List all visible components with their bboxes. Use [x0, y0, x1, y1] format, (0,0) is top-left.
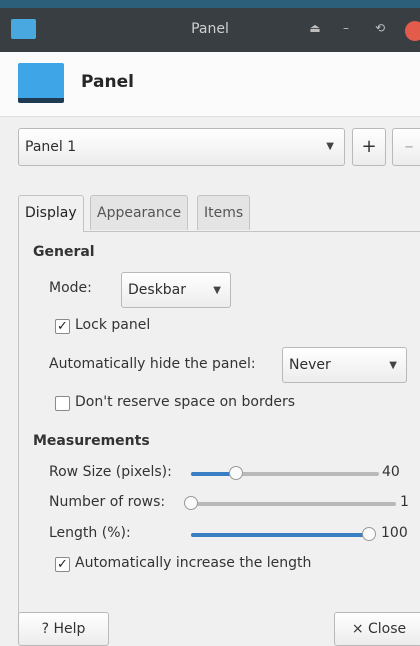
- title-bar[interactable]: Panel ⏏ – ⟲: [0, 8, 420, 52]
- reserve-space-label: Don't reserve space on borders: [75, 394, 296, 410]
- remove-panel-button[interactable]: –: [392, 128, 420, 166]
- auto-length-checkbox[interactable]: ✓: [55, 557, 70, 572]
- chevron-down-icon: ▼: [213, 285, 221, 296]
- panel-icon: [18, 63, 64, 103]
- rows-slider[interactable]: [184, 496, 396, 510]
- length-slider[interactable]: [191, 527, 376, 541]
- window-title: Panel: [191, 21, 229, 37]
- minimize-button[interactable]: –: [337, 19, 355, 37]
- autohide-select-value: Never: [289, 357, 331, 373]
- lock-panel-checkbox[interactable]: ✓: [55, 319, 70, 334]
- help-button[interactable]: ? Help: [18, 612, 109, 646]
- display-tab-page: General Mode: Deskbar ▼ ✓ Lock panel Aut…: [18, 231, 420, 625]
- length-value: 100: [381, 525, 408, 541]
- row-size-slider[interactable]: [191, 466, 379, 480]
- close-window-button[interactable]: [405, 21, 420, 41]
- row-size-label: Row Size (pixels):: [49, 464, 172, 480]
- panel-select[interactable]: Panel 1 ▼: [18, 128, 345, 166]
- auto-length-label: Automatically increase the length: [75, 555, 312, 571]
- length-handle[interactable]: [362, 527, 376, 541]
- length-fill: [191, 533, 369, 537]
- lock-panel-label: Lock panel: [75, 317, 151, 333]
- eject-icon[interactable]: ⏏: [306, 19, 324, 37]
- header-title: Panel: [81, 72, 134, 92]
- rows-value: 1: [400, 494, 409, 510]
- tab-appearance[interactable]: Appearance: [90, 195, 189, 230]
- add-panel-button[interactable]: +: [352, 128, 386, 166]
- autohide-select[interactable]: Never ▼: [282, 347, 407, 383]
- mode-select[interactable]: Deskbar ▼: [121, 272, 231, 308]
- row-size-handle[interactable]: [229, 466, 244, 480]
- chevron-down-icon: ▼: [326, 141, 334, 152]
- chevron-down-icon: ▼: [389, 360, 397, 371]
- general-heading: General: [33, 244, 95, 260]
- mode-label: Mode:: [49, 280, 92, 296]
- panel-select-value: Panel 1: [25, 139, 77, 155]
- rows-label: Number of rows:: [49, 494, 166, 510]
- measurements-heading: Measurements: [33, 433, 150, 449]
- close-button[interactable]: × Close: [334, 612, 420, 646]
- tab-items[interactable]: Items: [197, 195, 251, 230]
- desktop-top-strip: [0, 0, 420, 8]
- mode-select-value: Deskbar: [128, 282, 187, 298]
- autohide-label: Automatically hide the panel:: [49, 356, 256, 372]
- length-label: Length (%):: [49, 525, 131, 541]
- rows-handle[interactable]: [184, 496, 198, 510]
- row-size-value: 40: [382, 464, 400, 480]
- dialog-header: Panel: [0, 52, 420, 117]
- restore-button[interactable]: ⟲: [371, 19, 389, 37]
- reserve-space-checkbox[interactable]: [55, 396, 70, 411]
- tab-display[interactable]: Display: [18, 195, 84, 232]
